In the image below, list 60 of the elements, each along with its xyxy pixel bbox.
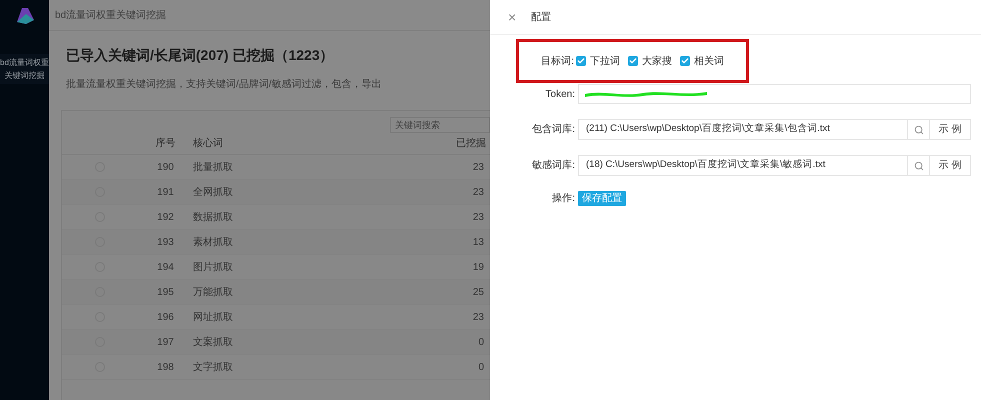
search-icon	[914, 160, 924, 170]
field-label: 目标词:	[540, 54, 575, 68]
check-icon	[629, 57, 637, 65]
table-cell-text: 23	[472, 210, 485, 224]
table-cell-text: 素材抓取	[193, 236, 234, 250]
file-path-field[interactable]: (18) C:\Users\wp\Desktop\百度挖词\文章采集\敏感词.txt	[578, 155, 908, 176]
close-button[interactable]: ×	[508, 10, 516, 24]
table-cell-text: 198	[156, 360, 175, 374]
page-subtitle: 批量流量权重关键词挖掘，支持关键词/品牌词/敏感词过滤，包含，导出	[66, 78, 383, 92]
check-icon	[681, 57, 689, 65]
checkbox[interactable]	[628, 56, 638, 66]
drawer-title: 配置	[531, 10, 552, 24]
field-label: 敏感词库:	[531, 158, 576, 173]
table-cell-text: 23	[472, 310, 485, 324]
table-cell-text: 网址抓取	[193, 310, 234, 324]
table-cell-text: 文案抓取	[193, 336, 234, 350]
table-cell-text: 万能抓取	[193, 286, 234, 300]
table-cell-text: 0	[478, 336, 485, 350]
table-cell-text: 196	[156, 310, 175, 324]
table-cell-text: 191	[156, 186, 175, 200]
app-header: bd流量词权重关键词挖掘	[49, 0, 490, 31]
table-cell-text: 194	[156, 260, 175, 274]
checkbox-label: 相关词	[694, 54, 724, 68]
field-label: Token:	[544, 88, 576, 102]
column-header: 核心词	[193, 136, 224, 151]
token-field[interactable]	[578, 84, 971, 104]
table-cell-text: 数据抓取	[193, 210, 234, 224]
search-button[interactable]	[908, 119, 930, 140]
check-icon	[577, 57, 585, 65]
table-cell-text: 195	[156, 286, 175, 300]
table-cell-text: 0	[478, 360, 485, 374]
field-label: 包含词库:	[531, 122, 576, 137]
search-field[interactable]: 关键词搜索	[390, 117, 490, 133]
search-button[interactable]	[908, 155, 930, 176]
checkbox-label: 大家搜	[642, 54, 672, 68]
table-cell-text: 197	[156, 336, 175, 350]
column-header: 已挖掘	[456, 136, 487, 151]
column-header: 序号	[154, 136, 176, 151]
page-heading: 已导入关键词/长尾词(207) 已挖掘（1223）	[66, 46, 335, 65]
sidebar-item[interactable]: bd流量词权重关键词挖掘	[0, 54, 49, 84]
checkbox-label: 下拉词	[590, 54, 620, 68]
table-cell-text: 193	[156, 236, 175, 250]
field-label: 操作:	[551, 192, 576, 206]
table-cell-text: 文字抓取	[193, 360, 234, 374]
checkbox[interactable]	[576, 56, 586, 66]
table-cell-text: 13	[472, 236, 485, 250]
table-cell-text: 全网抓取	[193, 186, 234, 200]
table-cell-text: 25	[472, 286, 485, 300]
file-path-field[interactable]: (211) C:\Users\wp\Desktop\百度挖词\文章采集\包含词.txt	[578, 119, 908, 140]
table-cell-text: 190	[156, 160, 175, 174]
example-button[interactable]: 示 例	[930, 155, 971, 176]
search-icon	[914, 124, 924, 134]
table-cell-text: 23	[472, 160, 485, 174]
table-cell-text: 192	[156, 210, 175, 224]
table-cell-text: 批量抓取	[193, 160, 234, 174]
example-button[interactable]: 示 例	[930, 119, 971, 140]
table-cell-text: 图片抓取	[193, 260, 234, 274]
table-cell-text: 23	[472, 186, 485, 200]
table-cell-text: 19	[472, 260, 485, 274]
checkbox[interactable]	[680, 56, 690, 66]
